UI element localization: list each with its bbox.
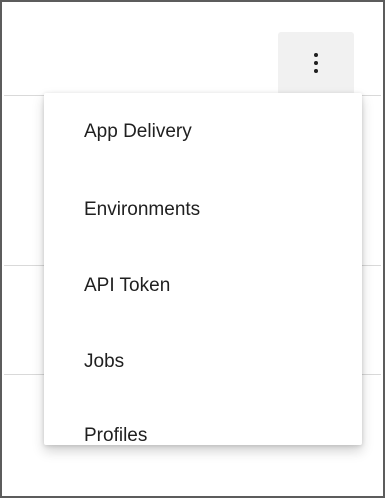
more-vert-icon <box>314 53 318 57</box>
menu-item-api-token[interactable]: API Token <box>44 261 362 311</box>
more-vert-icon <box>314 61 318 65</box>
options-dropdown-menu: App Delivery Environments API Token Jobs… <box>44 93 362 446</box>
more-options-button[interactable] <box>278 32 354 95</box>
more-vert-icon <box>314 69 318 73</box>
menu-item-profiles[interactable]: Profiles <box>44 411 362 461</box>
menu-item-environments[interactable]: Environments <box>44 185 362 235</box>
menu-item-jobs[interactable]: Jobs <box>44 337 362 387</box>
menu-item-app-delivery[interactable]: App Delivery <box>44 107 362 157</box>
